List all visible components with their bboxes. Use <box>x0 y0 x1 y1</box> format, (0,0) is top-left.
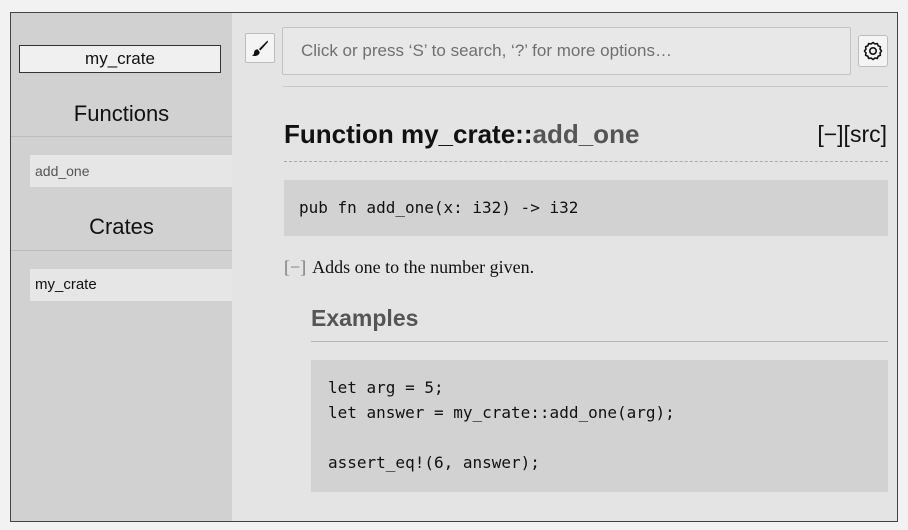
code-line: assert_eq!(6, answer); <box>328 453 540 472</box>
sidebar: my_crate Functions add_one Crates my_cra… <box>11 13 232 521</box>
docs-window: my_crate Functions add_one Crates my_cra… <box>10 12 898 522</box>
main-content: Function my_crate::add_one [−][src] pub … <box>232 13 897 521</box>
collapse-src-toggles[interactable]: [−][src] <box>817 121 887 148</box>
code-line: let answer = my_crate::add_one(arg); <box>328 403 675 422</box>
sidebar-item-add-one[interactable]: add_one <box>30 155 232 187</box>
theme-picker-button[interactable] <box>245 33 275 63</box>
title-divider <box>284 161 888 162</box>
crates-heading[interactable]: Crates <box>11 214 232 240</box>
code-line: let arg = 5; <box>328 378 444 397</box>
title-function-name: add_one <box>532 119 640 149</box>
settings-button[interactable] <box>858 35 888 67</box>
search-input[interactable] <box>282 27 851 75</box>
example-code-block: let arg = 5; let answer = my_crate::add_… <box>311 360 888 492</box>
title-prefix[interactable]: Function my_crate:: <box>284 119 533 149</box>
examples-heading[interactable]: Examples <box>311 305 418 332</box>
sidebar-divider <box>11 136 232 137</box>
paintbrush-icon <box>252 40 268 56</box>
search-divider <box>283 86 888 87</box>
crate-name-link[interactable]: my_crate <box>19 45 221 73</box>
gear-icon <box>863 41 883 61</box>
doc-collapse-toggle[interactable]: [−] <box>284 257 306 277</box>
doc-text: Adds one to the number given. <box>312 257 535 277</box>
function-signature: pub fn add_one(x: i32) -> i32 <box>284 180 888 236</box>
page-title: Function my_crate::add_one <box>284 119 639 150</box>
functions-heading[interactable]: Functions <box>11 101 232 127</box>
examples-divider <box>311 341 888 342</box>
sidebar-divider <box>11 250 232 251</box>
doc-summary: [−] Adds one to the number given. <box>284 257 534 278</box>
sidebar-item-my-crate[interactable]: my_crate <box>30 269 232 301</box>
